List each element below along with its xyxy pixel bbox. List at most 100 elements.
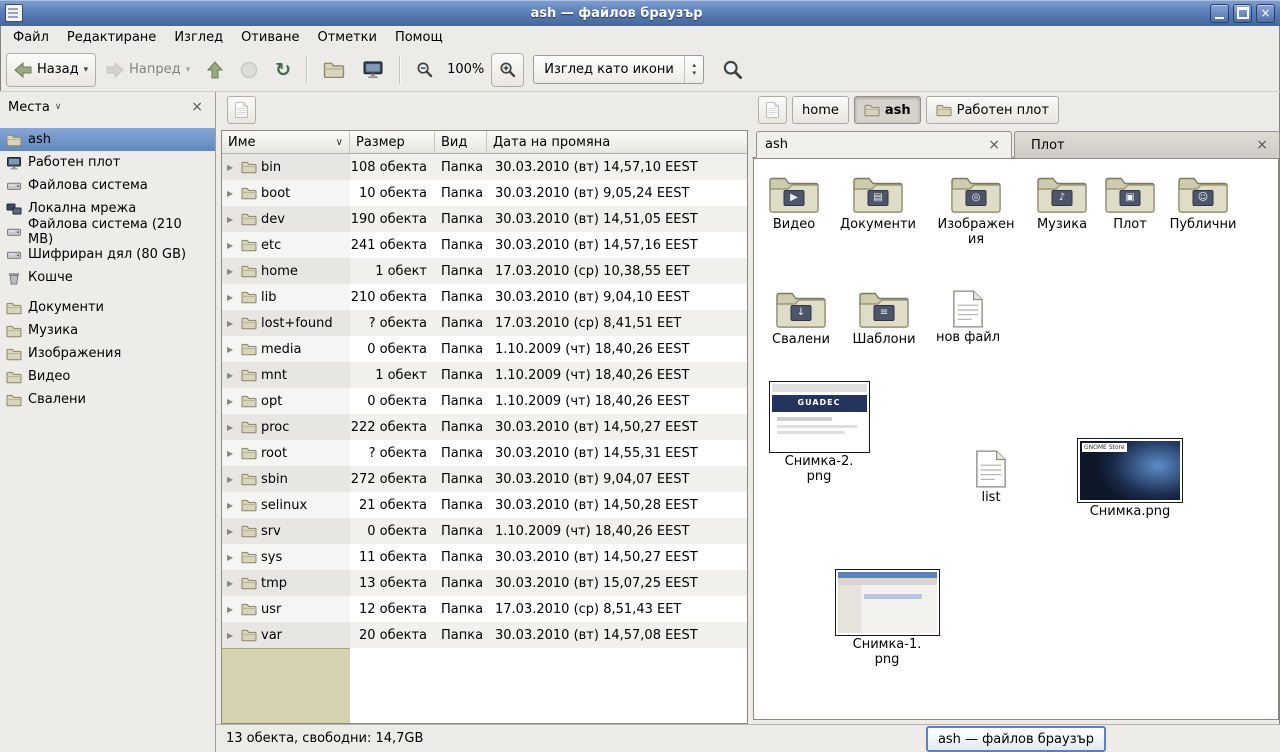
sidebar-item[interactable]: Видео — [0, 365, 215, 388]
table-row[interactable]: ▶media0 обектаПапка1.10.2009 (чт) 18,40,… — [222, 336, 747, 362]
reload-button[interactable]: ↻ — [268, 54, 298, 86]
expander-icon[interactable]: ▶ — [227, 631, 237, 640]
image-icon-item[interactable]: GNOME StoreСнимка.png — [1080, 438, 1180, 520]
location-toggle-button[interactable] — [227, 96, 256, 124]
home-button[interactable] — [316, 54, 352, 86]
menu-item[interactable]: Помощ — [386, 28, 452, 47]
pathbar-button[interactable]: Работен плот — [926, 96, 1059, 124]
sidebar-title[interactable]: Места — [8, 100, 50, 115]
expander-icon[interactable]: ▶ — [227, 423, 237, 432]
table-row[interactable]: ▶mnt1 обектПапка1.10.2009 (чт) 18,40,26 … — [222, 362, 747, 388]
zoom-in-button[interactable] — [491, 53, 524, 87]
expander-icon[interactable]: ▶ — [227, 605, 237, 614]
back-button[interactable]: Назад ▾ — [6, 53, 96, 87]
table-row[interactable]: ▶srv0 обектаПапка1.10.2009 (чт) 18,40,26… — [222, 518, 747, 544]
table-row[interactable]: ▶etc241 обектаПапка30.03.2010 (вт) 14,57… — [222, 232, 747, 258]
folder-icon-item[interactable]: ♪Музика — [1027, 174, 1097, 233]
expander-icon[interactable]: ▶ — [227, 189, 237, 198]
maximize-button[interactable] — [1233, 4, 1252, 23]
column-header-size[interactable]: Размер — [350, 131, 435, 154]
table-row[interactable]: ▶tmp13 обектаПапка30.03.2010 (вт) 15,07,… — [222, 570, 747, 596]
table-row[interactable]: ▶dev190 обектаПапка30.03.2010 (вт) 14,51… — [222, 206, 747, 232]
table-row[interactable]: ▶sbin272 обектаПапка30.03.2010 (вт) 9,04… — [222, 466, 747, 492]
up-button[interactable] — [200, 54, 230, 86]
forward-button[interactable]: Напред ▾ — [99, 54, 197, 86]
tab[interactable]: Плот× — [1014, 131, 1280, 158]
folder-icon-item[interactable]: ▤Документи — [843, 174, 913, 233]
column-header-type[interactable]: Вид — [435, 131, 487, 154]
combo-spinner-icon[interactable]: ▴▾ — [684, 56, 703, 83]
table-row[interactable]: ▶usr12 обектаПапка17.03.2010 (ср) 8,51,4… — [222, 596, 747, 622]
sidebar-item[interactable]: Документи — [0, 296, 215, 319]
expander-icon[interactable]: ▶ — [227, 579, 237, 588]
tab[interactable]: ash× — [756, 131, 1012, 158]
sidebar-item[interactable]: Музика — [0, 319, 215, 342]
expander-icon[interactable]: ▶ — [227, 397, 237, 406]
expander-icon[interactable]: ▶ — [227, 449, 237, 458]
sidebar-item[interactable]: Изображения — [0, 342, 215, 365]
table-row[interactable]: ▶selinux21 обектаПапка30.03.2010 (вт) 14… — [222, 492, 747, 518]
expander-icon[interactable]: ▶ — [227, 241, 237, 250]
expander-icon[interactable]: ▶ — [227, 163, 237, 172]
expander-icon[interactable]: ▶ — [227, 267, 237, 276]
menu-item[interactable]: Редактиране — [58, 28, 165, 47]
sidebar-item[interactable]: Шифриран дял (80 GB) — [0, 243, 215, 266]
image-icon-item[interactable]: Снимка-1. png — [837, 569, 937, 668]
search-button[interactable] — [715, 54, 750, 86]
tab-close-icon[interactable]: × — [1253, 137, 1271, 153]
table-row[interactable]: ▶lib210 обектаПапка30.03.2010 (вт) 9,04,… — [222, 284, 747, 310]
table-row[interactable]: ▶lost+found? обектаПапка17.03.2010 (ср) … — [222, 310, 747, 336]
menu-item[interactable]: Изглед — [165, 28, 232, 47]
folder-icon-item[interactable]: ↓Свалени — [766, 289, 836, 348]
pathbar-button[interactable]: ash — [854, 96, 921, 124]
stop-button[interactable] — [233, 54, 265, 86]
sidebar-item[interactable]: ash — [0, 128, 215, 151]
sidebar-item[interactable]: Файлова система — [0, 174, 215, 197]
view-mode-select[interactable]: Изглед като икони ▴▾ — [533, 55, 704, 84]
expander-icon[interactable]: ▶ — [227, 371, 237, 380]
folder-icon-item[interactable]: ≡Шаблони — [849, 289, 919, 348]
sidebar-item[interactable]: Работен плот — [0, 151, 215, 174]
table-row[interactable]: ▶proc222 обектаПапка30.03.2010 (вт) 14,5… — [222, 414, 747, 440]
table-row[interactable]: ▶boot10 обектаПапка30.03.2010 (вт) 9,05,… — [222, 180, 747, 206]
expander-icon[interactable]: ▶ — [227, 319, 237, 328]
expander-icon[interactable]: ▶ — [227, 553, 237, 562]
menu-item[interactable]: Отметки — [308, 28, 385, 47]
sidebar-item[interactable]: Кошче — [0, 266, 215, 289]
table-row[interactable]: ▶bin108 обектаПапка30.03.2010 (вт) 14,57… — [222, 154, 747, 180]
sidebar-close-icon[interactable]: × — [187, 99, 207, 115]
tab-close-icon[interactable]: × — [985, 137, 1003, 153]
file-icon-item[interactable]: нов файл — [933, 289, 1003, 346]
minimize-button[interactable] — [1210, 4, 1229, 23]
folder-icon-item[interactable]: ▣Плот — [1095, 174, 1165, 233]
sidebar-dropdown-icon[interactable]: ∨ — [55, 102, 62, 112]
pathbar-button[interactable]: home — [792, 96, 849, 124]
column-header-date[interactable]: Дата на промяна — [487, 131, 747, 154]
close-button[interactable]: × — [1256, 4, 1275, 23]
expander-icon[interactable]: ▶ — [227, 215, 237, 224]
sidebar-item[interactable]: Свалени — [0, 388, 215, 411]
menu-item[interactable]: Файл — [4, 28, 58, 47]
table-row[interactable]: ▶root? обектаПапка30.03.2010 (вт) 14,55,… — [222, 440, 747, 466]
table-row[interactable]: ▶var20 обектаПапка30.03.2010 (вт) 14,57,… — [222, 622, 747, 648]
expander-icon[interactable]: ▶ — [227, 293, 237, 302]
folder-icon-item[interactable]: ▶Видео — [759, 174, 829, 233]
expander-icon[interactable]: ▶ — [227, 527, 237, 536]
computer-button[interactable] — [355, 54, 391, 86]
column-header-name[interactable]: Име ∨ — [222, 131, 350, 154]
folder-icon-item[interactable]: ◎Изображен ия — [941, 174, 1011, 248]
table-row[interactable]: ▶sys11 обектаПапка30.03.2010 (вт) 14,50,… — [222, 544, 747, 570]
location-toggle-button[interactable] — [758, 96, 787, 124]
expander-icon[interactable]: ▶ — [227, 475, 237, 484]
title-bar[interactable]: ash — файлов браузър × — [0, 0, 1280, 26]
menu-item[interactable]: Отиване — [232, 28, 308, 47]
image-icon-item[interactable]: GUADECСнимка-2. png — [769, 381, 869, 485]
zoom-out-button[interactable] — [409, 54, 440, 86]
sidebar-item[interactable]: Файлова система (210 MB) — [0, 220, 215, 243]
expander-icon[interactable]: ▶ — [227, 345, 237, 354]
file-icon-item[interactable]: list — [956, 449, 1026, 506]
expander-icon[interactable]: ▶ — [227, 501, 237, 510]
folder-icon-item[interactable]: ☺Публични — [1168, 174, 1238, 233]
taskbar-window-button[interactable]: ash — файлов браузър — [926, 726, 1106, 752]
table-row[interactable]: ▶opt0 обектаПапка1.10.2009 (чт) 18,40,26… — [222, 388, 747, 414]
